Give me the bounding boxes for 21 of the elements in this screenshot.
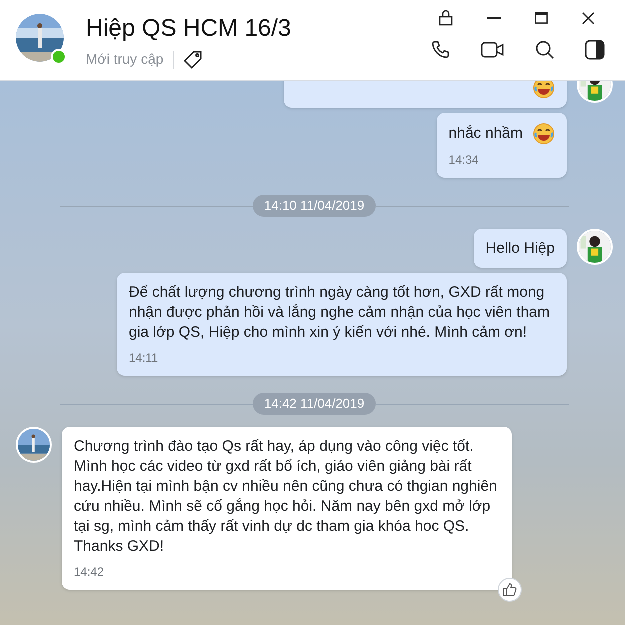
phone-icon[interactable] (431, 40, 451, 60)
date-separator: 14:42 11/04/2019 (253, 393, 376, 415)
date-separator: 14:10 11/04/2019 (253, 195, 376, 217)
message-time: 14:42 (74, 564, 104, 581)
message-text: Hello Hiệp (486, 239, 555, 259)
message-time: 14:11 (129, 350, 158, 367)
message-text: Để chất lượng chương trình ngày càng tốt hơn, GXD rất mong nhận được phản hồi và lắng nghe cảm nhận của học viên tham gia lớp QS, Hiệp cho mình xin ý kiến với nhé. Mình cảm ơn! (129, 283, 551, 343)
video-call-icon[interactable] (481, 41, 505, 59)
message-time: 14:34 (448, 152, 479, 169)
last-seen-status: Mới truy cập (86, 50, 164, 69)
maximize-icon[interactable] (535, 12, 548, 24)
lock-icon[interactable] (439, 10, 453, 26)
close-icon[interactable] (582, 12, 595, 24)
thumbs-up-icon (503, 583, 517, 597)
message-text: nhắc nhầm (448, 124, 523, 144)
like-button[interactable] (498, 578, 522, 602)
sidebar-toggle-icon[interactable] (585, 40, 605, 60)
contact-name: Hiệp QS HCM 16/3 (86, 14, 292, 44)
tag-icon[interactable] (182, 50, 203, 70)
search-icon[interactable] (535, 40, 555, 60)
message-text: Chương trình đào tạo Qs rất hay, áp dụng vào công việc tốt. Mình học các video từ gxd rất bổ ích, giáo viên giảng bài rất hay.Hiện tại mình bận cv nhiều nên cũng chưa có thgian nghiên cứu nhiều. Mình sẽ cố gắng học hỏi. Năm nay bên gxd mở lớp tại sg, mình cảm thấy rất vinh dự dc tham gia khóa hoc QS. Thanks GXD! (74, 437, 498, 557)
